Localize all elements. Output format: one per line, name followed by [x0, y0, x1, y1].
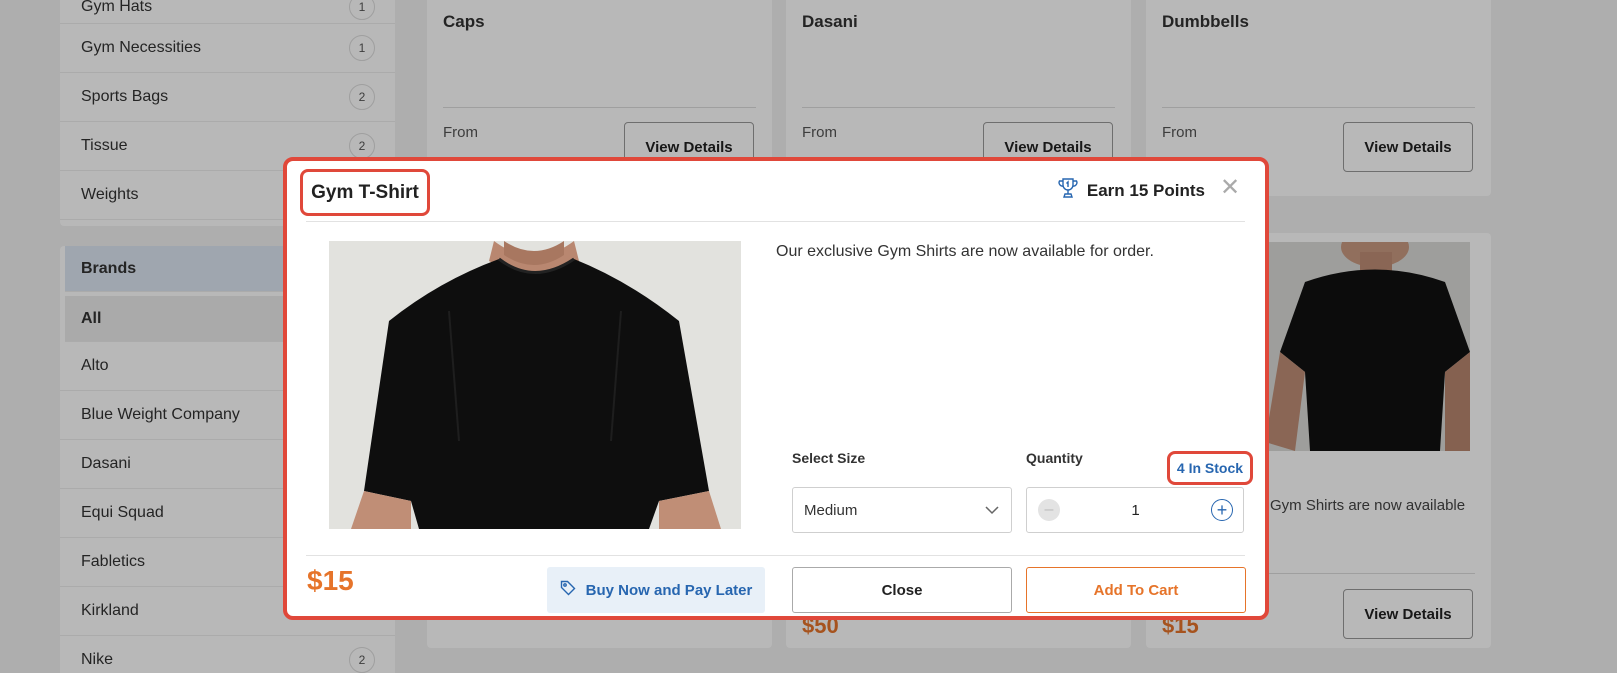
header-divider — [306, 221, 1245, 222]
quantity-label: Quantity — [1026, 450, 1083, 466]
stock-status: 4 In Stock — [1167, 451, 1253, 485]
add-to-cart-button[interactable]: Add To Cart — [1026, 567, 1246, 613]
footer-divider — [306, 555, 1245, 556]
quantity-value: 1 — [1131, 501, 1140, 519]
tag-icon — [560, 580, 576, 600]
quantity-stepper[interactable]: – 1 + — [1026, 487, 1244, 533]
minus-icon[interactable]: – — [1038, 499, 1060, 521]
close-button[interactable]: Close — [792, 567, 1012, 613]
close-icon[interactable]: ✕ — [1218, 176, 1242, 200]
chevron-down-icon — [985, 502, 999, 519]
size-value: Medium — [804, 501, 858, 519]
trophy-icon — [1057, 177, 1079, 204]
product-price: $15 — [307, 565, 354, 596]
modal-title: Gym T-Shirt — [311, 181, 419, 203]
buy-now-pay-later-button[interactable]: Buy Now and Pay Later — [547, 567, 765, 613]
plus-icon[interactable]: + — [1211, 499, 1233, 521]
points-badge: Earn 15 Points — [1057, 177, 1205, 204]
modal-title-highlight: Gym T-Shirt — [300, 169, 430, 216]
product-description: Our exclusive Gym Shirts are now availab… — [776, 243, 1154, 260]
bnpl-label: Buy Now and Pay Later — [585, 581, 753, 599]
product-modal: Gym T-Shirt Earn 15 Points ✕ Our exclusi… — [283, 157, 1269, 620]
size-select[interactable]: Medium — [792, 487, 1012, 533]
product-image — [329, 241, 741, 529]
size-label: Select Size — [792, 450, 866, 466]
points-label: Earn 15 Points — [1086, 180, 1205, 200]
